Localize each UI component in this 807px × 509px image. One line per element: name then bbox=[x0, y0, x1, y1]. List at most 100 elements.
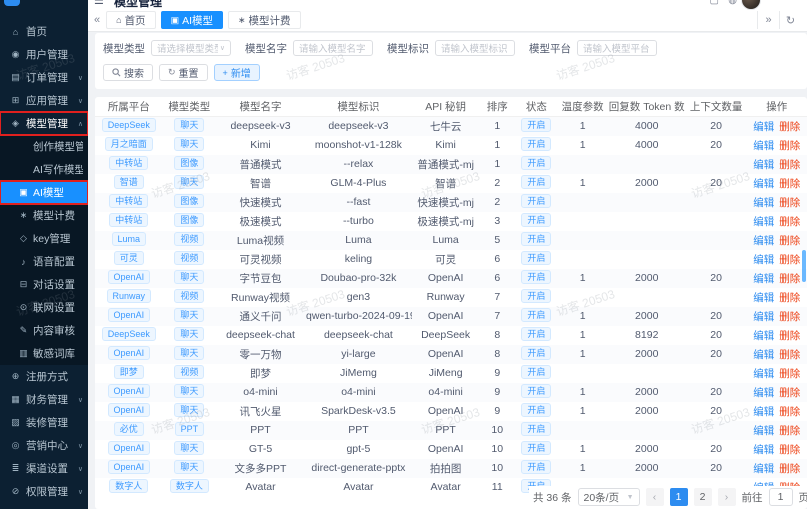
edit-link[interactable]: 编辑 bbox=[753, 197, 774, 209]
sidebar-item-permission[interactable]: ⊘ 权限管理 ∨ bbox=[0, 480, 88, 503]
delete-link[interactable]: 删除 bbox=[779, 425, 800, 437]
temp-cell: 1 bbox=[579, 348, 586, 360]
context-cell bbox=[686, 155, 747, 174]
ident-cell: PPT bbox=[348, 424, 369, 436]
delete-link[interactable]: 删除 bbox=[779, 197, 800, 209]
home-icon: ⌂ bbox=[12, 26, 19, 37]
edit-link[interactable]: 编辑 bbox=[753, 349, 774, 361]
name-cell: Kimi bbox=[250, 139, 271, 151]
tab-model-billing[interactable]: ∗ 模型计费 bbox=[228, 11, 301, 29]
sidebar-item-label: 模型计费 bbox=[33, 210, 75, 222]
context-cell: 20 bbox=[710, 405, 722, 417]
sidebar-item-sensitive-words[interactable]: ▥ 敏感词库 bbox=[0, 342, 88, 365]
sidebar-item-apps[interactable]: ⊞ 应用管理 ∨ bbox=[0, 89, 88, 112]
fullscreen-icon[interactable]: ▢ bbox=[710, 0, 719, 6]
delete-link[interactable]: 删除 bbox=[779, 292, 800, 304]
sidebar-item-models[interactable]: ◈ 模型管理 ∧ bbox=[0, 111, 88, 136]
edit-link[interactable]: 编辑 bbox=[753, 387, 774, 399]
hamburger-icon[interactable]: ☰ bbox=[94, 0, 104, 7]
delete-link[interactable]: 删除 bbox=[779, 387, 800, 399]
sidebar-item-home[interactable]: ⌂ 首页 bbox=[0, 20, 88, 43]
delete-link[interactable]: 删除 bbox=[779, 216, 800, 228]
sort-cell: 8 bbox=[494, 348, 501, 360]
jump-page-input[interactable]: 1 bbox=[768, 488, 793, 506]
delete-link[interactable]: 删除 bbox=[779, 178, 800, 190]
tab-home[interactable]: ⌂ 首页 bbox=[106, 11, 156, 29]
collapse-tabs-icon[interactable]: « bbox=[94, 14, 100, 26]
delete-link[interactable]: 删除 bbox=[779, 273, 800, 285]
sidebar-item-channel[interactable]: ≣ 渠道设置 ∨ bbox=[0, 457, 88, 480]
page-size-select[interactable]: 20条/页 ▼ bbox=[577, 488, 640, 506]
edit-link[interactable]: 编辑 bbox=[753, 254, 774, 266]
edit-link[interactable]: 编辑 bbox=[753, 140, 774, 152]
delete-link[interactable]: 删除 bbox=[779, 330, 800, 342]
page-button-2[interactable]: 2 bbox=[693, 488, 712, 506]
ident-cell: Doubao-pro-32k bbox=[320, 272, 397, 284]
edit-link[interactable]: 编辑 bbox=[753, 368, 774, 380]
bell-icon[interactable]: ◍ bbox=[728, 0, 737, 6]
edit-link[interactable]: 编辑 bbox=[753, 463, 774, 475]
delete-link[interactable]: 删除 bbox=[779, 444, 800, 456]
edit-link[interactable]: 编辑 bbox=[753, 159, 774, 171]
sidebar-item-label: 敏感词库 bbox=[33, 348, 75, 360]
sidebar-item-marketing[interactable]: ◎ 营销中心 ∨ bbox=[0, 434, 88, 457]
edit-link[interactable]: 编辑 bbox=[753, 311, 774, 323]
name-cell: 文多多PPT bbox=[234, 462, 287, 475]
sidebar-item-model-billing[interactable]: ∗ 模型计费 bbox=[0, 204, 88, 227]
edit-link[interactable]: 编辑 bbox=[753, 178, 774, 190]
refresh-icon[interactable]: ↻ bbox=[779, 11, 801, 29]
sidebar-item-ai-writing-form[interactable]: AI写作模型动态表单字段管理 bbox=[0, 158, 88, 181]
delete-link[interactable]: 删除 bbox=[779, 235, 800, 247]
tag-badge: 数字人 bbox=[169, 478, 209, 493]
edit-link[interactable]: 编辑 bbox=[753, 216, 774, 228]
sidebar-item-decoration[interactable]: ▨ 装修管理 bbox=[0, 411, 88, 434]
sidebar-item-ai-model[interactable]: ▣ AI模型 bbox=[0, 180, 88, 205]
page-button-1[interactable]: 1 bbox=[669, 488, 688, 506]
sidebar-item-creation-model[interactable]: 创作模型管理 bbox=[0, 135, 88, 158]
prev-page-button[interactable]: ‹ bbox=[645, 488, 664, 506]
sidebar-item-orders[interactable]: ▤ 订单管理 ∨ bbox=[0, 66, 88, 89]
reset-button[interactable]: ↻ 重置 bbox=[159, 64, 208, 81]
sidebar-item-register-mode[interactable]: ⊕ 注册方式 bbox=[0, 365, 88, 388]
edit-link[interactable]: 编辑 bbox=[753, 444, 774, 456]
sidebar-item-voice-config[interactable]: ♪ 语音配置 bbox=[0, 250, 88, 273]
delete-link[interactable]: 删除 bbox=[779, 254, 800, 266]
sidebar-item-finance[interactable]: ▦ 财务管理 ∨ bbox=[0, 388, 88, 411]
delete-link[interactable]: 删除 bbox=[779, 406, 800, 418]
model-platform-input[interactable]: 请输入模型平台 bbox=[577, 40, 657, 56]
edit-link[interactable]: 编辑 bbox=[753, 292, 774, 304]
model-name-input[interactable]: 请输入模型名字 bbox=[293, 40, 373, 56]
delete-link[interactable]: 删除 bbox=[779, 159, 800, 171]
temp-cell bbox=[558, 364, 608, 383]
delete-link[interactable]: 删除 bbox=[779, 349, 800, 361]
next-page-button[interactable]: › bbox=[717, 488, 736, 506]
tab-ai-model[interactable]: ▣ AI模型 bbox=[160, 11, 223, 29]
sidebar-item-content-review[interactable]: ✎ 内容审核 bbox=[0, 319, 88, 342]
scrollbar-thumb[interactable] bbox=[802, 250, 806, 282]
add-button[interactable]: + 新增 bbox=[213, 64, 260, 81]
sidebar-item-network-settings[interactable]: ⊙ 联网设置 bbox=[0, 296, 88, 319]
actions-cell: 编辑删除 bbox=[746, 155, 807, 174]
home-icon: ⌂ bbox=[116, 15, 122, 25]
sidebar-item-chat-settings[interactable]: ⊟ 对话设置 bbox=[0, 273, 88, 296]
sidebar-item-key-mgmt[interactable]: ◇ key管理 bbox=[0, 227, 88, 250]
edit-link[interactable]: 编辑 bbox=[753, 425, 774, 437]
edit-link[interactable]: 编辑 bbox=[753, 406, 774, 418]
edit-link[interactable]: 编辑 bbox=[753, 273, 774, 285]
sort-cell: 10 bbox=[491, 424, 504, 436]
delete-link[interactable]: 删除 bbox=[779, 140, 800, 152]
edit-link[interactable]: 编辑 bbox=[753, 235, 774, 247]
model-ident-input[interactable]: 请输入模型标识 bbox=[435, 40, 515, 56]
edit-link[interactable]: 编辑 bbox=[753, 330, 774, 342]
delete-link[interactable]: 删除 bbox=[779, 463, 800, 475]
context-cell bbox=[686, 193, 747, 212]
delete-link[interactable]: 删除 bbox=[779, 311, 800, 323]
tab-more-icon[interactable]: » bbox=[757, 11, 779, 29]
delete-link[interactable]: 删除 bbox=[779, 121, 800, 133]
sidebar-item-users[interactable]: ◉ 用户管理 bbox=[0, 43, 88, 66]
edit-link[interactable]: 编辑 bbox=[753, 121, 774, 133]
model-type-select[interactable]: 请选择模型类型 ∨ bbox=[151, 40, 231, 56]
platform-cell: OpenAI bbox=[95, 269, 163, 288]
search-button[interactable]: 搜索 bbox=[103, 64, 153, 81]
delete-link[interactable]: 删除 bbox=[779, 368, 800, 380]
